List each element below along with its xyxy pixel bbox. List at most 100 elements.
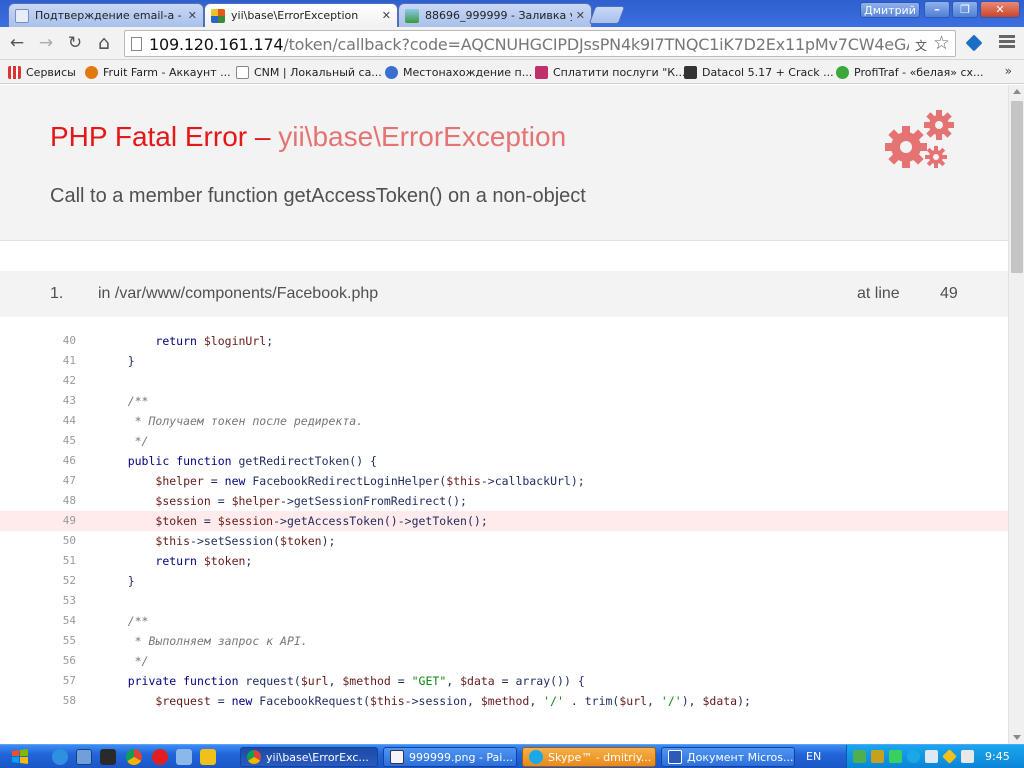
code-text: */: [134, 434, 149, 448]
call-stack-frame-header[interactable]: 1. in /var/www/components/Facebook.php a…: [0, 271, 1008, 317]
bookmark-location[interactable]: Местонахождение п...: [385, 64, 532, 80]
clock: 9:45: [985, 750, 1010, 763]
line-number: 54: [62, 614, 76, 627]
page-content: PHP Fatal Error – yii\base\ErrorExceptio…: [0, 85, 1008, 744]
yii-icon: [211, 8, 225, 23]
paint-icon: [390, 750, 404, 764]
bookmark-star-icon[interactable]: ☆: [933, 32, 950, 54]
scroll-down-arrow[interactable]: [1013, 735, 1021, 740]
scroll-up-arrow[interactable]: [1013, 89, 1021, 94]
network-icon[interactable]: [176, 749, 192, 765]
code-line: 44 * Получаем токен после редиректа.: [0, 411, 1008, 431]
profile-button[interactable]: Дмитрий: [860, 2, 920, 18]
apps-grid-icon: [8, 65, 21, 79]
taskbar-task-skype[interactable]: Skype™ - dmitriy...: [522, 747, 656, 767]
windows-taskbar: yii\base\ErrorExc... 999999.png - Pai...…: [0, 744, 1024, 768]
new-tab-button[interactable]: [588, 6, 626, 24]
code-line: 47 $helper = new FacebookRedirectLoginHe…: [0, 471, 1008, 491]
bookmark-label: Сплатити послуги "К...: [553, 65, 686, 79]
reload-button[interactable]: ↻: [64, 32, 86, 54]
code-line: 56 */: [0, 651, 1008, 671]
chrome-icon[interactable]: [126, 749, 142, 765]
code-text: public function getRedirectToken() {: [127, 454, 377, 468]
code-line: 46 public function getRedirectToken() {: [0, 451, 1008, 471]
close-icon[interactable]: ✕: [382, 9, 391, 22]
home-button[interactable]: ⌂: [93, 32, 115, 54]
tray-chat-icon[interactable]: [961, 750, 974, 763]
translate-icon[interactable]: 文: [915, 37, 927, 54]
word-icon: [668, 750, 682, 764]
globe-icon: [385, 65, 398, 79]
code-line-error: 49 $token = $session->getAccessToken()->…: [0, 511, 1008, 531]
close-icon[interactable]: ✕: [188, 9, 197, 22]
tab-error-exception[interactable]: yii\base\ErrorException ✕: [204, 3, 398, 27]
back-button[interactable]: ←: [6, 32, 28, 54]
bookmark-cnm[interactable]: CNM | Локальный са...: [236, 64, 382, 80]
menu-icon[interactable]: [999, 35, 1015, 51]
tab-email-confirmation[interactable]: Подтверждение email-а - В ✕: [8, 3, 204, 27]
forward-button[interactable]: →: [35, 32, 57, 54]
messenger-icon[interactable]: [200, 749, 216, 765]
url-text[interactable]: 109.120.161.174/token/callback?code=AQCN…: [149, 35, 909, 54]
profitraf-icon: [836, 65, 849, 79]
line-number: 56: [62, 654, 76, 667]
volume-icon[interactable]: [925, 750, 938, 763]
taskbar-task-word[interactable]: Документ Micros...: [661, 747, 795, 767]
datacol-icon: [684, 65, 697, 79]
bookmark-datacol[interactable]: Datacol 5.17 + Crack ...: [684, 64, 834, 80]
task-label: 999999.png - Pai...: [409, 750, 513, 764]
task-label: Skype™ - dmitriy...: [548, 750, 652, 764]
code-text: private function request($url, $method =…: [127, 674, 585, 688]
bookmarks-overflow-button[interactable]: »: [1005, 64, 1012, 78]
bookmark-label: Местонахождение п...: [403, 65, 533, 79]
tray-check-icon[interactable]: [853, 750, 866, 763]
page-scrollbar[interactable]: [1008, 85, 1024, 744]
close-window-button[interactable]: ✕: [980, 1, 1020, 18]
line-number: 49: [62, 514, 76, 527]
bookmark-profitraf[interactable]: ProfiTraf - «белая» сх...: [836, 64, 984, 80]
taskbar-task-paint[interactable]: 999999.png - Pai...: [383, 747, 517, 767]
line-number: 40: [62, 334, 76, 347]
code-line: 54 /**: [0, 611, 1008, 631]
code-line: 51 return $token;: [0, 551, 1008, 571]
bookmark-services[interactable]: Сервисы: [8, 64, 76, 80]
internet-explorer-icon[interactable]: [52, 749, 68, 765]
box-app-icon[interactable]: [100, 749, 116, 765]
error-class: yii\base\ErrorException: [278, 121, 567, 152]
bookmark-payments[interactable]: Сплатити послуги "К...: [535, 64, 686, 80]
taskbar-task-chrome[interactable]: yii\base\ErrorExc...: [240, 747, 378, 767]
line-number: 51: [62, 554, 76, 567]
tray-security-icon[interactable]: [871, 750, 884, 763]
scrollbar-thumb[interactable]: [1011, 101, 1023, 273]
code-text: return $token;: [155, 554, 253, 568]
task-label: Документ Micros...: [687, 750, 794, 764]
code-line: 52 }: [0, 571, 1008, 591]
show-desktop-icon[interactable]: [76, 749, 92, 765]
restore-button[interactable]: ❐: [952, 1, 978, 18]
address-bar[interactable]: 109.120.161.174/token/callback?code=AQCN…: [124, 30, 956, 57]
bookmark-fruit-farm[interactable]: Fruit Farm - Аккаунт ...: [85, 64, 231, 80]
error-header: PHP Fatal Error – yii\base\ErrorExceptio…: [0, 85, 1008, 241]
code-line: 58 $request = new FacebookRequest($this-…: [0, 691, 1008, 711]
bookmark-label: ProfiTraf - «белая» сх...: [854, 65, 984, 79]
image-icon: [405, 8, 419, 23]
line-number: 42: [62, 374, 76, 387]
tab-label: Подтверждение email-а - В: [35, 9, 184, 22]
code-line: 43 /**: [0, 391, 1008, 411]
close-icon[interactable]: ✕: [576, 9, 585, 22]
line-number: 48: [62, 494, 76, 507]
tray-diamond-icon[interactable]: [942, 749, 957, 764]
minimize-button[interactable]: –: [924, 1, 950, 18]
line-number: 41: [62, 354, 76, 367]
language-indicator[interactable]: EN: [806, 750, 821, 763]
line-number: 53: [62, 594, 76, 607]
opera-icon[interactable]: [152, 749, 168, 765]
tab-label: 88696_999999 - Заливка уд: [425, 9, 572, 22]
tray-skype-icon[interactable]: [907, 750, 920, 763]
start-button[interactable]: [0, 745, 40, 768]
tray-network-icon[interactable]: [889, 750, 902, 763]
code-line: 42: [0, 371, 1008, 391]
tab-image-upload[interactable]: 88696_999999 - Заливка уд ✕: [398, 3, 592, 27]
error-title-separator: –: [247, 121, 279, 152]
code-line: 53: [0, 591, 1008, 611]
